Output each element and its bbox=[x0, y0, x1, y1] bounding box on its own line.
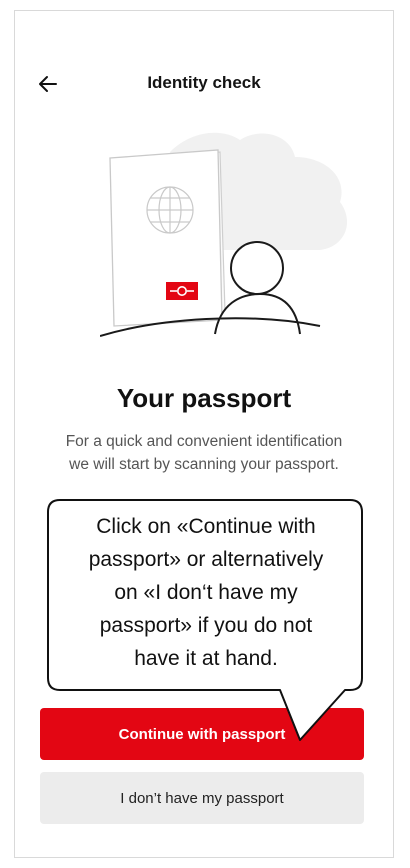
page-title: Identity check bbox=[147, 73, 261, 92]
continue-with-passport-button[interactable]: Continue with passport bbox=[40, 708, 364, 760]
description-line: For a quick and convenient identificatio… bbox=[65, 433, 343, 450]
callout-line: passport» or alternatively bbox=[88, 548, 324, 571]
callout-line: on «I don‘t have my bbox=[114, 581, 298, 604]
description-line: we will start by scanning your passport. bbox=[69, 456, 339, 473]
callout-text: Click on «Continue with passport» or alt… bbox=[56, 510, 356, 675]
description-text: For a quick and convenient identificatio… bbox=[14, 430, 394, 476]
no-passport-button[interactable]: I don’t have my passport bbox=[40, 772, 364, 824]
callout-line: Click on «Continue with bbox=[96, 515, 316, 538]
passport-person-illustration bbox=[100, 132, 348, 337]
app-header: Identity check bbox=[14, 60, 394, 110]
callout-line: passport» if you do not bbox=[99, 614, 313, 637]
headline: Your passport bbox=[116, 383, 292, 413]
callout-line: have it at hand. bbox=[134, 647, 278, 670]
